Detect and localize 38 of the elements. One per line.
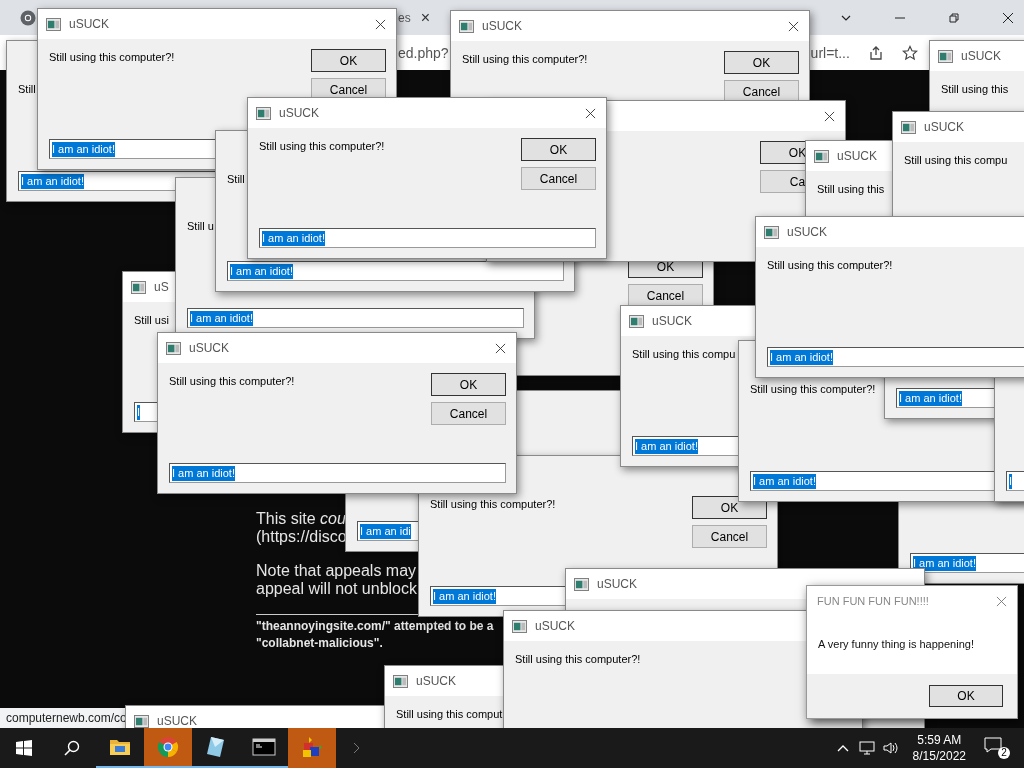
message-text: Still using this compu — [632, 348, 736, 360]
message-text: Still — [227, 173, 245, 185]
message-text: Still using this computer?! — [430, 498, 556, 510]
message-text: Still using this computer?! — [767, 259, 893, 271]
message-text: Still using this comput — [396, 708, 503, 720]
window-title: uSUCK — [961, 49, 1001, 63]
window-title: uSUCK — [157, 714, 197, 728]
date-text: 8/15/2022 — [912, 748, 966, 764]
time-text: 5:59 AM — [917, 732, 962, 748]
message-text: Still using this computer?! — [462, 53, 588, 65]
message-text: Still — [18, 83, 36, 95]
notification-count: 2 — [998, 747, 1010, 759]
paragraph: Note that appeals may appeal will not unblock — [256, 562, 417, 598]
window-title: FUN FUN FUN FUN!!!! — [817, 595, 929, 607]
message-text: Still using this computer?! — [259, 140, 385, 152]
message-text: Still using this compu — [904, 154, 1008, 166]
message-text: Still using this computer?! — [49, 51, 175, 63]
window-title: uSUCK — [535, 619, 575, 633]
window-title: uSUCK — [69, 17, 109, 31]
message-text: Still usi — [134, 314, 169, 326]
window-title: uSUCK — [787, 225, 827, 239]
window-title: uSUCK — [416, 674, 456, 688]
window-title: uSUCK — [482, 19, 522, 33]
message-text: A very funny thing is happening! — [818, 638, 974, 650]
message-text: Still using this computer?! — [169, 375, 295, 387]
window-title: uSUCK — [279, 106, 319, 120]
paragraph: This site cou (https://disco — [256, 510, 347, 546]
message-text: Still using this — [941, 83, 1009, 95]
window-title: uSUCK — [189, 341, 229, 355]
message-text: Still u — [187, 220, 214, 232]
block-notice: "theannoyingsite.com/" attempted to be a "collabnet-malicious". — [256, 618, 494, 652]
window-title: uSUCK — [652, 314, 692, 328]
window-title: uSUCK — [597, 577, 637, 591]
window-title: uS — [154, 280, 169, 294]
message-text: Still using this computer?! — [515, 653, 641, 665]
window-title: uSUCK — [924, 120, 964, 134]
message-text: Still using this computer?! — [750, 383, 876, 395]
window-title: uSUCK — [837, 149, 877, 163]
